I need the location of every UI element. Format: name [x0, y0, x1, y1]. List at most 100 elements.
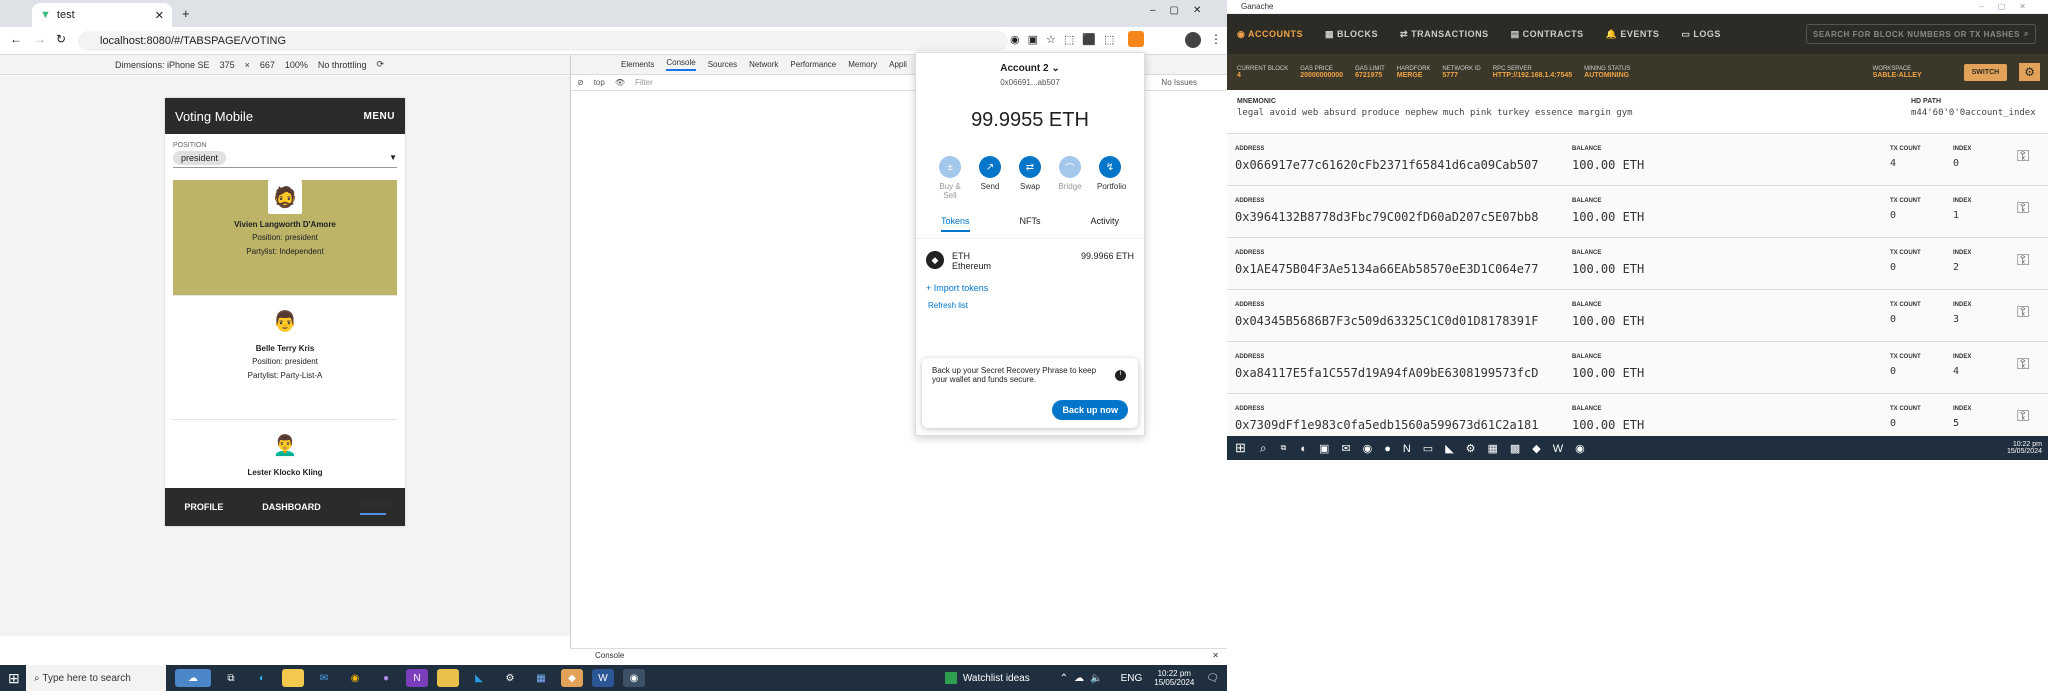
- send-button[interactable]: ↗ Send: [977, 156, 1003, 200]
- device-width[interactable]: 375: [220, 60, 235, 70]
- refresh-list-link[interactable]: Refresh list: [916, 301, 1144, 310]
- filter-input[interactable]: Filter: [635, 78, 795, 87]
- chrome-icon[interactable]: ◉: [344, 669, 366, 687]
- reload-icon[interactable]: ↻: [56, 32, 66, 46]
- settings-icon[interactable]: ⚙: [499, 669, 521, 687]
- tray-icons[interactable]: ⌃☁🔈: [1060, 673, 1109, 684]
- swap-button[interactable]: ⇄ Swap: [1017, 156, 1043, 200]
- tab-nfts[interactable]: NFTs: [1020, 216, 1041, 232]
- bridge-button[interactable]: ⌒ Bridge: [1057, 156, 1083, 200]
- forward-icon[interactable]: →: [34, 32, 46, 46]
- tab-activity[interactable]: Activity: [1090, 216, 1119, 232]
- close-tab-icon[interactable]: ✕: [155, 9, 164, 22]
- edge-icon[interactable]: ◐: [251, 669, 273, 687]
- tab-network[interactable]: Network: [749, 60, 778, 69]
- candidate-card[interactable]: 👨 Belle Terry Kris Position: president P…: [173, 304, 397, 420]
- nav-accounts[interactable]: ◉ ACCOUNTS: [1237, 29, 1303, 40]
- issues-count[interactable]: No Issues: [1161, 78, 1197, 87]
- rotate-icon[interactable]: ⟳: [376, 59, 384, 70]
- browser-tab[interactable]: ▼ test ✕: [32, 3, 172, 27]
- start-icon[interactable]: ⊞: [1235, 440, 1246, 456]
- back-icon[interactable]: ←: [10, 32, 22, 46]
- taskbar-search[interactable]: ⌕ Type here to search: [26, 665, 166, 691]
- position-chip[interactable]: president: [173, 151, 227, 165]
- explorer-icon[interactable]: [437, 669, 459, 687]
- throttle-select[interactable]: No throttling: [318, 60, 367, 70]
- device-height[interactable]: 667: [260, 60, 275, 70]
- task-view-icon[interactable]: ⧉: [220, 669, 242, 687]
- tab-console[interactable]: Console: [666, 58, 696, 71]
- key-icon[interactable]: ⚿: [2017, 200, 2029, 218]
- github-icon[interactable]: ●: [375, 669, 397, 687]
- account-row[interactable]: ADDRESS 0x3964132B8778d3Fbc79C002fD60aD20…: [1227, 186, 2048, 238]
- account-row[interactable]: ADDRESS 0xa84117E5fa1C557d19A94fA09bE6308…: [1227, 342, 2048, 394]
- vs-icon[interactable]: ▦: [530, 669, 552, 687]
- menu-button[interactable]: MENU: [364, 111, 395, 122]
- token-row[interactable]: ◆ ETH Ethereum 99.9966 ETH: [916, 239, 1144, 283]
- nav-dashboard[interactable]: DASHBOARD: [262, 502, 321, 512]
- weather-icon[interactable]: ☁: [175, 669, 211, 687]
- tab-tokens[interactable]: Tokens: [940, 216, 970, 232]
- close-drawer-icon[interactable]: ✕: [1212, 651, 1219, 660]
- tab-sources[interactable]: Sources: [708, 60, 737, 69]
- chrome-menu-icon[interactable]: ⋮: [1210, 32, 1222, 46]
- candidate-card[interactable]: 🧔 Vivien Langworth D'Amore Position: pre…: [173, 180, 397, 296]
- device-select[interactable]: Dimensions: iPhone SE: [115, 60, 210, 70]
- vscode-icon[interactable]: ◣: [468, 669, 490, 687]
- word-icon[interactable]: W: [592, 669, 614, 687]
- task-view-icon[interactable]: ⧉: [1281, 443, 1287, 453]
- extensions-icons[interactable]: ◉▣☆⬚⬛⬚: [1010, 33, 1122, 46]
- nav-profile[interactable]: PROFILE: [184, 502, 223, 512]
- profile-avatar[interactable]: [1185, 32, 1201, 48]
- chrome-active-icon[interactable]: ◉: [623, 669, 645, 687]
- metamask-fox-icon[interactable]: [1128, 31, 1144, 47]
- backup-now-button[interactable]: Back up now: [1052, 400, 1128, 420]
- watchlist-icon[interactable]: [944, 672, 957, 684]
- ganache-search-input[interactable]: SEARCH FOR BLOCK NUMBERS OR TX HASHES ⌕: [1806, 24, 2036, 44]
- tab-elements[interactable]: Elements: [621, 60, 654, 69]
- position-select[interactable]: POSITION president ▼: [165, 134, 405, 172]
- key-icon[interactable]: ⚿: [2017, 356, 2029, 374]
- watchlist-label[interactable]: Watchlist ideas: [963, 673, 1030, 684]
- drawer-console-tab[interactable]: Console: [595, 651, 624, 660]
- mail-icon[interactable]: ✉: [313, 669, 335, 687]
- portfolio-button[interactable]: ↯ Portfolio: [1097, 156, 1126, 200]
- eye-icon[interactable]: 👁: [615, 78, 625, 87]
- store-icon[interactable]: [282, 669, 304, 687]
- nav-blocks[interactable]: ▦ BLOCKS: [1325, 29, 1378, 40]
- settings-gear-icon[interactable]: ⚙: [2019, 63, 2040, 81]
- window-controls[interactable]: –▢✕: [1150, 5, 1215, 16]
- account-row[interactable]: ADDRESS 0x04345B5686B7F3c509d63325C1C0d01…: [1227, 290, 2048, 342]
- tab-application[interactable]: Appli: [889, 60, 907, 69]
- start-icon[interactable]: ⊞: [8, 670, 20, 687]
- language[interactable]: ENG: [1121, 673, 1143, 684]
- app-icons[interactable]: ◐▣✉◉●N▭◣⚙▦▩◆W◉: [1300, 442, 1596, 455]
- zoom-select[interactable]: 100%: [285, 60, 308, 70]
- key-icon[interactable]: ⚿: [2017, 408, 2029, 426]
- key-icon[interactable]: ⚿: [2017, 252, 2029, 270]
- onenote-icon[interactable]: N: [406, 669, 428, 687]
- dropdown-arrow-icon[interactable]: ▼: [389, 153, 397, 165]
- tab-performance[interactable]: Performance: [790, 60, 836, 69]
- window-controls[interactable]: –▢✕: [1979, 2, 2040, 11]
- clock[interactable]: 10:22 pm 15/05/2024: [2007, 441, 2042, 455]
- account-row[interactable]: ADDRESS 0x066917e77c61620cFb2371f65841d6c…: [1227, 134, 2048, 186]
- nav-logs[interactable]: ▭ LOGS: [1681, 29, 1721, 40]
- account-row[interactable]: ADDRESS 0x1AE475B04F3Ae5134a66EAb58570eE3…: [1227, 238, 2048, 290]
- account-address[interactable]: 0x06691...ab507: [916, 78, 1144, 87]
- switch-button[interactable]: SWITCH: [1963, 63, 2008, 81]
- import-tokens-link[interactable]: + Import tokens: [916, 283, 1144, 293]
- ganache-icon[interactable]: ◆: [561, 669, 583, 687]
- notification-icon[interactable]: 🗨: [1206, 673, 1219, 684]
- clock[interactable]: 10:22 pm 15/05/2024: [1154, 669, 1194, 687]
- nav-transactions[interactable]: ⇄ TRANSACTIONS: [1400, 29, 1489, 40]
- clear-console-icon[interactable]: ⊘: [577, 78, 584, 87]
- key-icon[interactable]: ⚿: [2017, 148, 2029, 166]
- url-input[interactable]: localhost:8080/#/TABSPAGE/VOTING: [78, 31, 1008, 51]
- buy-sell-button[interactable]: ± Buy & Sell: [937, 156, 963, 200]
- nav-contracts[interactable]: ▤ CONTRACTS: [1511, 29, 1584, 40]
- tab-memory[interactable]: Memory: [848, 60, 877, 69]
- search-icon[interactable]: ⌕: [1260, 441, 1267, 456]
- key-icon[interactable]: ⚿: [2017, 304, 2029, 322]
- nav-events[interactable]: 🔔 EVENTS: [1606, 29, 1660, 40]
